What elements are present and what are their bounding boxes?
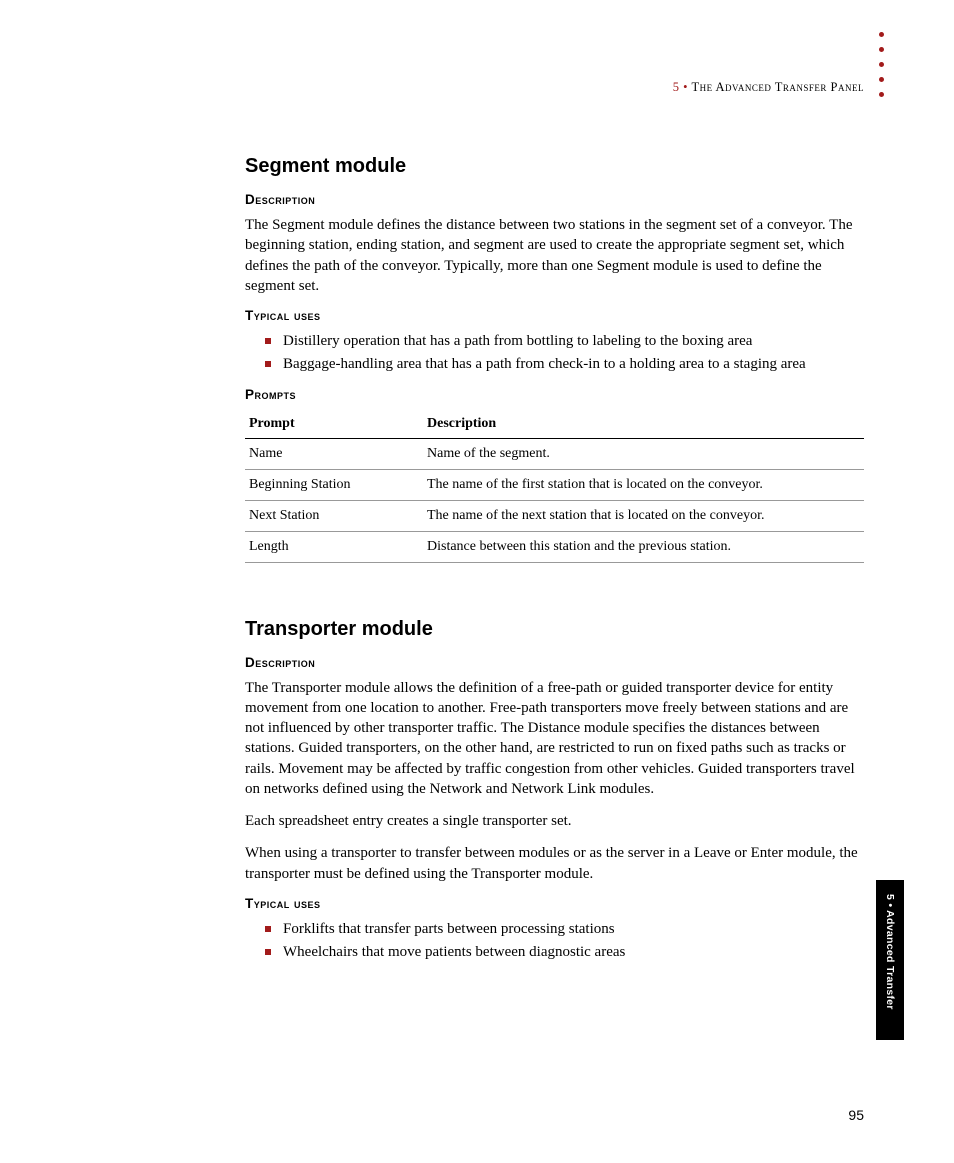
table-row: Next Station The name of the next statio… xyxy=(245,500,864,531)
col-prompt: Prompt xyxy=(245,410,423,439)
desc-cell: The name of the first station that is lo… xyxy=(423,469,864,500)
table-row: Beginning Station The name of the first … xyxy=(245,469,864,500)
transporter-uses-heading: Typical uses xyxy=(245,896,864,911)
prompt-cell: Next Station xyxy=(245,500,423,531)
segment-uses-heading: Typical uses xyxy=(245,308,864,323)
table-row: Name Name of the segment. xyxy=(245,438,864,469)
segment-description-heading: Description xyxy=(245,192,864,207)
transporter-description-body-1: The Transporter module allows the defini… xyxy=(245,678,864,800)
transporter-description-body-3: When using a transporter to transfer bet… xyxy=(245,843,864,884)
table-row: Length Distance between this station and… xyxy=(245,531,864,562)
desc-cell: Name of the segment. xyxy=(423,438,864,469)
chapter-title: The Advanced Transfer Panel xyxy=(691,80,864,94)
col-description: Description xyxy=(423,410,864,439)
transporter-module-section: Transporter module Description The Trans… xyxy=(245,618,864,963)
list-item: Distillery operation that has a path fro… xyxy=(265,331,864,351)
prompt-cell: Name xyxy=(245,438,423,469)
page-number: 95 xyxy=(848,1107,864,1123)
transporter-description-body-2: Each spreadsheet entry creates a single … xyxy=(245,811,864,831)
desc-cell: Distance between this station and the pr… xyxy=(423,531,864,562)
segment-heading: Segment module xyxy=(245,155,864,178)
side-tab: 5 • Advanced Transfer xyxy=(876,880,904,1040)
segment-prompts-heading: Prompts xyxy=(245,387,864,402)
chapter-number: 5 • xyxy=(673,80,692,94)
segment-description-body: The Segment module defines the distance … xyxy=(245,215,864,296)
page-content: 5 • The Advanced Transfer Panel Segment … xyxy=(0,0,954,1067)
transporter-heading: Transporter module xyxy=(245,618,864,641)
list-item: Forklifts that transfer parts between pr… xyxy=(265,919,864,939)
prompt-cell: Length xyxy=(245,531,423,562)
segment-module-section: Segment module Description The Segment m… xyxy=(245,155,864,563)
list-item: Baggage-handling area that has a path fr… xyxy=(265,354,864,374)
segment-uses-list: Distillery operation that has a path fro… xyxy=(245,331,864,375)
running-header: 5 • The Advanced Transfer Panel xyxy=(245,80,864,95)
corner-dots xyxy=(879,32,884,97)
list-item: Wheelchairs that move patients between d… xyxy=(265,942,864,962)
prompt-cell: Beginning Station xyxy=(245,469,423,500)
transporter-uses-list: Forklifts that transfer parts between pr… xyxy=(245,919,864,963)
desc-cell: The name of the next station that is loc… xyxy=(423,500,864,531)
transporter-description-heading: Description xyxy=(245,655,864,670)
segment-prompts-table: Prompt Description Name Name of the segm… xyxy=(245,410,864,563)
